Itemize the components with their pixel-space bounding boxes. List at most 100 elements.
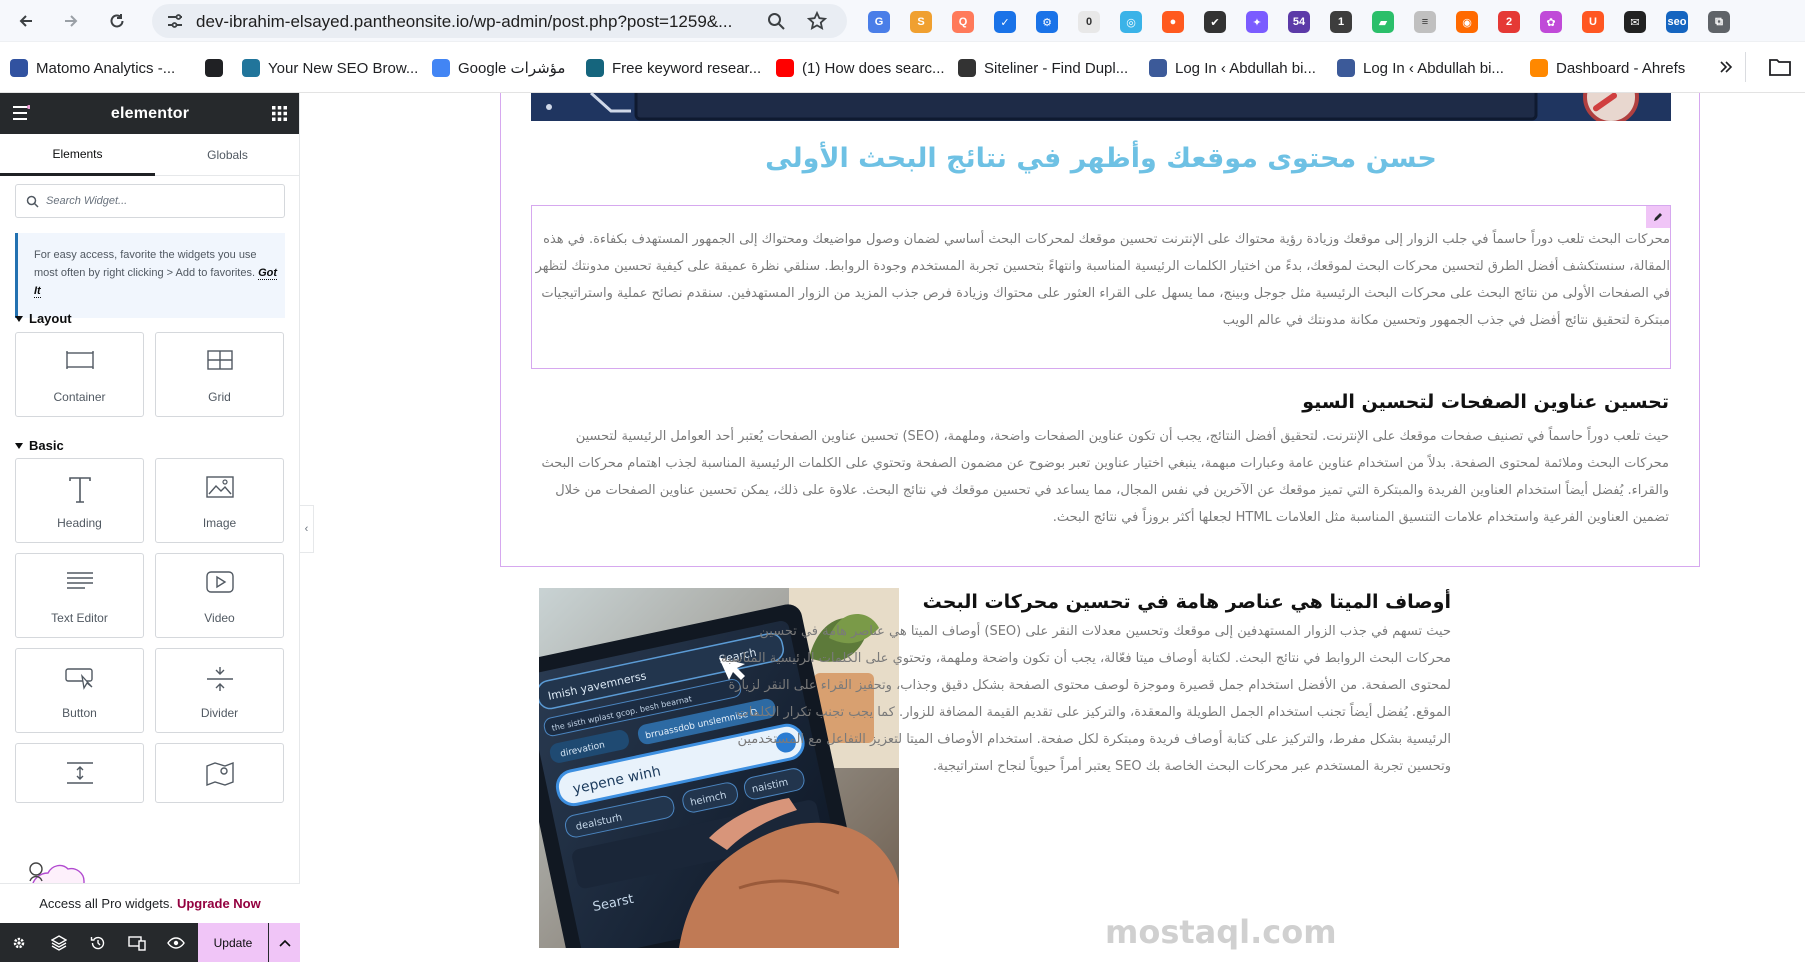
folder-icon[interactable] bbox=[1769, 58, 1791, 76]
widget-spacer[interactable] bbox=[15, 743, 144, 803]
widget-label: Button bbox=[62, 706, 97, 720]
widget-image[interactable]: Image bbox=[155, 458, 284, 543]
widget-button[interactable]: Button bbox=[15, 648, 144, 733]
bookmark-item[interactable]: Log In ‹ Abdullah bi... bbox=[1337, 57, 1504, 79]
screenshot-icon[interactable]: Q bbox=[952, 11, 974, 33]
zoom-icon[interactable] bbox=[767, 12, 785, 30]
keyword-icon bbox=[586, 59, 604, 77]
gear-blue-icon[interactable]: ⚙ bbox=[1036, 11, 1058, 33]
translate-icon[interactable]: G bbox=[868, 11, 890, 33]
elementor-panel: elementor Elements Globals Search Widget… bbox=[0, 93, 300, 962]
cap-icon[interactable]: 54 bbox=[1288, 11, 1310, 33]
reddit-icon[interactable]: ● bbox=[1162, 11, 1184, 33]
bookmark-item[interactable] bbox=[205, 57, 223, 79]
upgrade-now-link[interactable]: Upgrade Now bbox=[177, 896, 261, 911]
text-editor-widget[interactable]: محركات البحث تلعب دوراً حاسماً في جلب ال… bbox=[531, 205, 1671, 369]
basic-section-title: Basic bbox=[29, 438, 64, 453]
u-icon[interactable]: U bbox=[1582, 11, 1604, 33]
bookmark-item[interactable]: Google مؤشرات bbox=[432, 57, 565, 79]
stack-icon[interactable]: ≡ bbox=[1414, 11, 1436, 33]
bookmark-star-icon[interactable] bbox=[807, 11, 827, 31]
pen-green-icon[interactable]: ▰ bbox=[1372, 11, 1394, 33]
panel-title: elementor bbox=[110, 105, 190, 122]
responsive-button[interactable] bbox=[128, 934, 146, 952]
widget-text-editor[interactable]: Text Editor bbox=[15, 553, 144, 638]
widget-grid[interactable]: Grid bbox=[155, 332, 284, 417]
globe-blue-icon[interactable]: ◎ bbox=[1120, 11, 1142, 33]
update-button[interactable]: Update bbox=[198, 923, 268, 962]
navigator-button[interactable] bbox=[50, 934, 68, 952]
login-icon bbox=[1337, 59, 1355, 77]
bookmark-label: Log In ‹ Abdullah bi... bbox=[1363, 59, 1504, 77]
main-heading[interactable]: حسن محتوى موقعك وأظهر في نتائج البحث الأ… bbox=[501, 143, 1701, 174]
widget-label: Heading bbox=[57, 516, 102, 530]
task-icon[interactable]: ✔ bbox=[1204, 11, 1226, 33]
widget-label: Video bbox=[204, 611, 235, 625]
speed-icon[interactable]: 0 bbox=[1078, 11, 1100, 33]
check-icon[interactable]: ✓ bbox=[994, 11, 1016, 33]
hero-image[interactable] bbox=[531, 93, 1671, 121]
bookmark-item[interactable]: Siteliner - Find Dupl... bbox=[958, 57, 1128, 79]
puzzle-icon[interactable]: ⧉ bbox=[1708, 11, 1730, 33]
widget-container[interactable]: Container bbox=[15, 332, 144, 417]
content-section[interactable]: حسن محتوى موقعك وأظهر في نتائج البحث الأ… bbox=[500, 93, 1700, 567]
widget-label: Image bbox=[202, 516, 237, 530]
layers-icon bbox=[51, 935, 67, 951]
widget-google-maps[interactable] bbox=[155, 743, 284, 803]
panel-collapse-toggle[interactable]: ‹ bbox=[300, 505, 314, 553]
apps-icon[interactable]: 2 bbox=[1498, 11, 1520, 33]
titles-paragraph[interactable]: حيث تلعب دوراً حاسماً في تصنيف صفحات موق… bbox=[529, 423, 1669, 531]
seo-blue-icon[interactable]: seo bbox=[1666, 11, 1688, 33]
chevron-up-icon bbox=[278, 939, 291, 947]
bookmark-item[interactable]: Log In ‹ Abdullah bi... bbox=[1149, 57, 1316, 79]
bookmark-label: (1) How does searc... bbox=[802, 59, 945, 77]
forward-button[interactable] bbox=[56, 6, 86, 36]
back-button[interactable] bbox=[11, 6, 41, 36]
brain-icon[interactable]: ✿ bbox=[1540, 11, 1562, 33]
text-editor-icon bbox=[66, 572, 93, 589]
bookmark-label: Google مؤشرات bbox=[458, 60, 566, 77]
siteliner-icon bbox=[958, 59, 976, 77]
widget-divider[interactable]: Divider bbox=[155, 648, 284, 733]
container-icon bbox=[65, 351, 94, 369]
address-bar[interactable]: dev-ibrahim-elsayed.pantheonsite.io/wp-a… bbox=[152, 4, 847, 38]
openai-icon bbox=[205, 59, 223, 77]
bookmarks-divider bbox=[1745, 52, 1746, 82]
tab-globals[interactable]: Globals bbox=[150, 134, 305, 176]
divider-icon bbox=[206, 667, 233, 691]
layout-section-toggle[interactable]: Layout bbox=[15, 311, 72, 326]
widget-label: Grid bbox=[208, 390, 231, 404]
edit-widget-button[interactable] bbox=[1646, 206, 1670, 228]
update-options-button[interactable] bbox=[269, 923, 300, 962]
widget-video[interactable]: Video bbox=[155, 553, 284, 638]
basic-section-toggle[interactable]: Basic bbox=[15, 438, 64, 453]
bookmark-item[interactable]: Dashboard - Ahrefs bbox=[1530, 57, 1685, 79]
reload-button[interactable] bbox=[102, 6, 132, 36]
widgets-grid-icon[interactable] bbox=[272, 106, 287, 121]
site-settings-icon[interactable] bbox=[166, 13, 184, 29]
settings-button[interactable] bbox=[10, 934, 28, 952]
section-heading-meta[interactable]: أوصاف الميتا هي عناصر هامة في تحسين محرك… bbox=[923, 591, 1451, 613]
history-button[interactable] bbox=[89, 934, 107, 952]
url-text: dev-ibrahim-elsayed.pantheonsite.io/wp-a… bbox=[196, 12, 733, 31]
sparkle-icon[interactable]: ✦ bbox=[1246, 11, 1268, 33]
bookmarks-bar: Matomo Analytics -... Your New SEO Brow..… bbox=[0, 42, 1805, 93]
tab-elements[interactable]: Elements bbox=[0, 134, 155, 176]
globe-orange-icon[interactable]: ◉ bbox=[1456, 11, 1478, 33]
chevron-more-icon[interactable] bbox=[1719, 60, 1733, 74]
seo-icon[interactable]: S bbox=[910, 11, 932, 33]
one-icon[interactable]: 1 bbox=[1330, 11, 1352, 33]
section-heading-titles[interactable]: تحسين عناوين الصفحات لتحسين السيو bbox=[1302, 391, 1669, 413]
widget-heading[interactable]: Heading bbox=[15, 458, 144, 543]
mail-icon[interactable]: ✉ bbox=[1624, 11, 1646, 33]
bookmark-item[interactable]: (1) How does searc... bbox=[776, 57, 945, 79]
bookmark-item[interactable]: Free keyword resear... bbox=[586, 57, 761, 79]
history-icon bbox=[90, 936, 105, 950]
bookmark-label: Matomo Analytics -... bbox=[36, 59, 176, 77]
bookmark-item[interactable]: Matomo Analytics -... bbox=[10, 57, 175, 79]
preview-button[interactable] bbox=[167, 934, 185, 952]
bookmark-item[interactable]: Your New SEO Brow... bbox=[242, 57, 418, 79]
widget-search-input[interactable]: Search Widget... bbox=[15, 184, 285, 218]
intro-paragraph[interactable]: محركات البحث تلعب دوراً حاسماً في جلب ال… bbox=[534, 226, 1670, 334]
meta-paragraph[interactable]: حيث تسهم في جذب الزوار المستهدفين إلى مو… bbox=[711, 618, 1451, 780]
